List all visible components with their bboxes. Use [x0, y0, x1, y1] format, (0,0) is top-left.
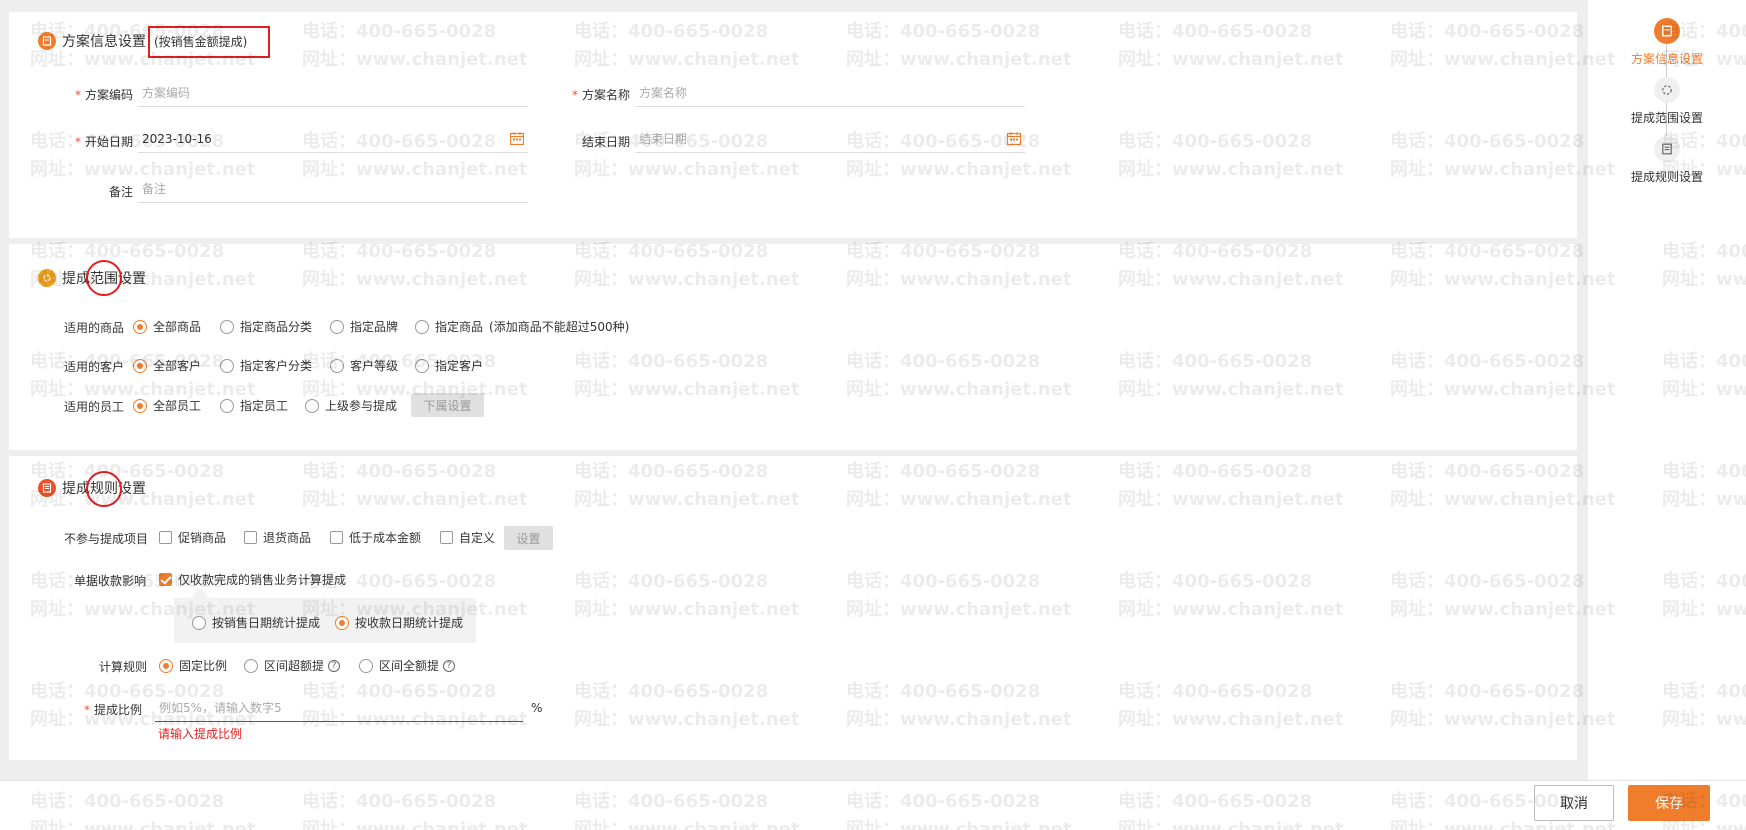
- exclude-below-cost-checkbox[interactable]: 低于成本金额: [330, 529, 421, 546]
- calc-fixed-radio[interactable]: 固定比例: [159, 657, 227, 674]
- document-icon: [38, 32, 56, 50]
- annotation-circle: [86, 471, 122, 507]
- name-input[interactable]: 方案名称: [635, 79, 1025, 107]
- start-date-label: * 开始日期: [74, 135, 133, 149]
- remark-input[interactable]: 备注: [138, 175, 528, 203]
- ratio-error: 请输入提成比例: [158, 727, 243, 741]
- footer-bar: [0, 780, 1746, 830]
- code-input[interactable]: 方案编码: [138, 79, 528, 107]
- staff-specific-radio[interactable]: 指定员工: [220, 397, 288, 414]
- customer-level-radio[interactable]: 客户等级: [330, 357, 398, 374]
- calendar-icon[interactable]: [1007, 132, 1021, 145]
- document-icon: [1654, 18, 1680, 44]
- annotation-circle: [86, 260, 122, 296]
- goods-label: 适用的商品: [64, 321, 125, 335]
- annotation-box: [148, 26, 270, 58]
- goods-specific-radio[interactable]: 指定商品 (添加商品不能超过500种): [415, 318, 629, 335]
- section-scope-panel: 提成范围设置 适用的商品 全部商品 指定商品分类 指定品牌 指定商品 (添加商品不…: [9, 244, 1577, 450]
- staff-label: 适用的员工: [64, 400, 125, 414]
- calc-range-full-radio[interactable]: 区间全额提?: [359, 657, 456, 674]
- popup-arrow: [190, 588, 210, 598]
- exclude-label: 不参与提成项目: [64, 532, 149, 546]
- customer-label: 适用的客户: [64, 360, 125, 374]
- rules-icon: [38, 479, 56, 497]
- ratio-label: * 提成比例: [84, 703, 143, 717]
- customer-category-radio[interactable]: 指定客户分类: [220, 357, 312, 374]
- remark-label: 备注: [108, 185, 133, 199]
- ratio-unit: %: [531, 701, 543, 715]
- code-label: * 方案编码: [74, 88, 133, 102]
- step-rules[interactable]: 提成规则设置: [1588, 136, 1746, 185]
- staff-superior-radio[interactable]: 上级参与提成: [305, 397, 397, 414]
- calc-range-excess-radio[interactable]: 区间超额提?: [244, 657, 341, 674]
- ratio-input[interactable]: 例如5%，请输入数字5: [155, 694, 523, 722]
- help-icon[interactable]: ?: [328, 659, 341, 672]
- exclude-promo-checkbox[interactable]: 促销商品: [159, 529, 226, 546]
- side-navigation: 方案信息设置 提成范围设置 提成规则设置: [1588, 0, 1746, 830]
- receipt-only-checkbox[interactable]: 仅收款完成的销售业务计算提成: [159, 571, 346, 588]
- customer-specific-radio[interactable]: 指定客户: [415, 357, 483, 374]
- by-receipt-date-radio[interactable]: 按收款日期统计提成: [335, 614, 463, 631]
- goods-brand-radio[interactable]: 指定品牌: [330, 318, 398, 335]
- name-label: * 方案名称: [571, 88, 630, 102]
- exclude-custom-checkbox[interactable]: 自定义: [440, 529, 495, 546]
- section-info-title-text: 方案信息设置: [62, 34, 146, 50]
- cancel-button[interactable]: 取消: [1534, 785, 1614, 821]
- help-icon[interactable]: ?: [443, 659, 456, 672]
- exclude-return-checkbox[interactable]: 退货商品: [244, 529, 311, 546]
- scope-icon: [1654, 77, 1680, 103]
- receipt-label: 单据收款影响: [74, 574, 147, 588]
- step-scope[interactable]: 提成范围设置: [1588, 77, 1746, 126]
- start-date-input[interactable]: 2023-10-16: [138, 125, 528, 153]
- goods-category-radio[interactable]: 指定商品分类: [220, 318, 312, 335]
- by-sale-date-radio[interactable]: 按销售日期统计提成: [192, 614, 320, 631]
- end-date-input[interactable]: 结束日期: [635, 125, 1025, 153]
- receipt-options-popup: 按销售日期统计提成 按收款日期统计提成: [174, 598, 476, 643]
- end-date-label: 结束日期: [581, 135, 630, 149]
- staff-all-radio[interactable]: 全部员工: [133, 397, 201, 414]
- calendar-icon[interactable]: [510, 132, 524, 145]
- step-info[interactable]: 方案信息设置: [1588, 18, 1746, 67]
- calc-label: 计算规则: [99, 660, 148, 674]
- rules-icon: [1654, 136, 1680, 162]
- save-button[interactable]: 保存: [1628, 785, 1710, 821]
- goods-all-radio[interactable]: 全部商品: [133, 318, 201, 335]
- customer-all-radio[interactable]: 全部客户: [133, 357, 201, 374]
- exclude-settings-button[interactable]: 设置: [504, 526, 553, 550]
- subordinate-settings-button[interactable]: 下属设置: [411, 393, 484, 417]
- scope-icon: [38, 269, 56, 287]
